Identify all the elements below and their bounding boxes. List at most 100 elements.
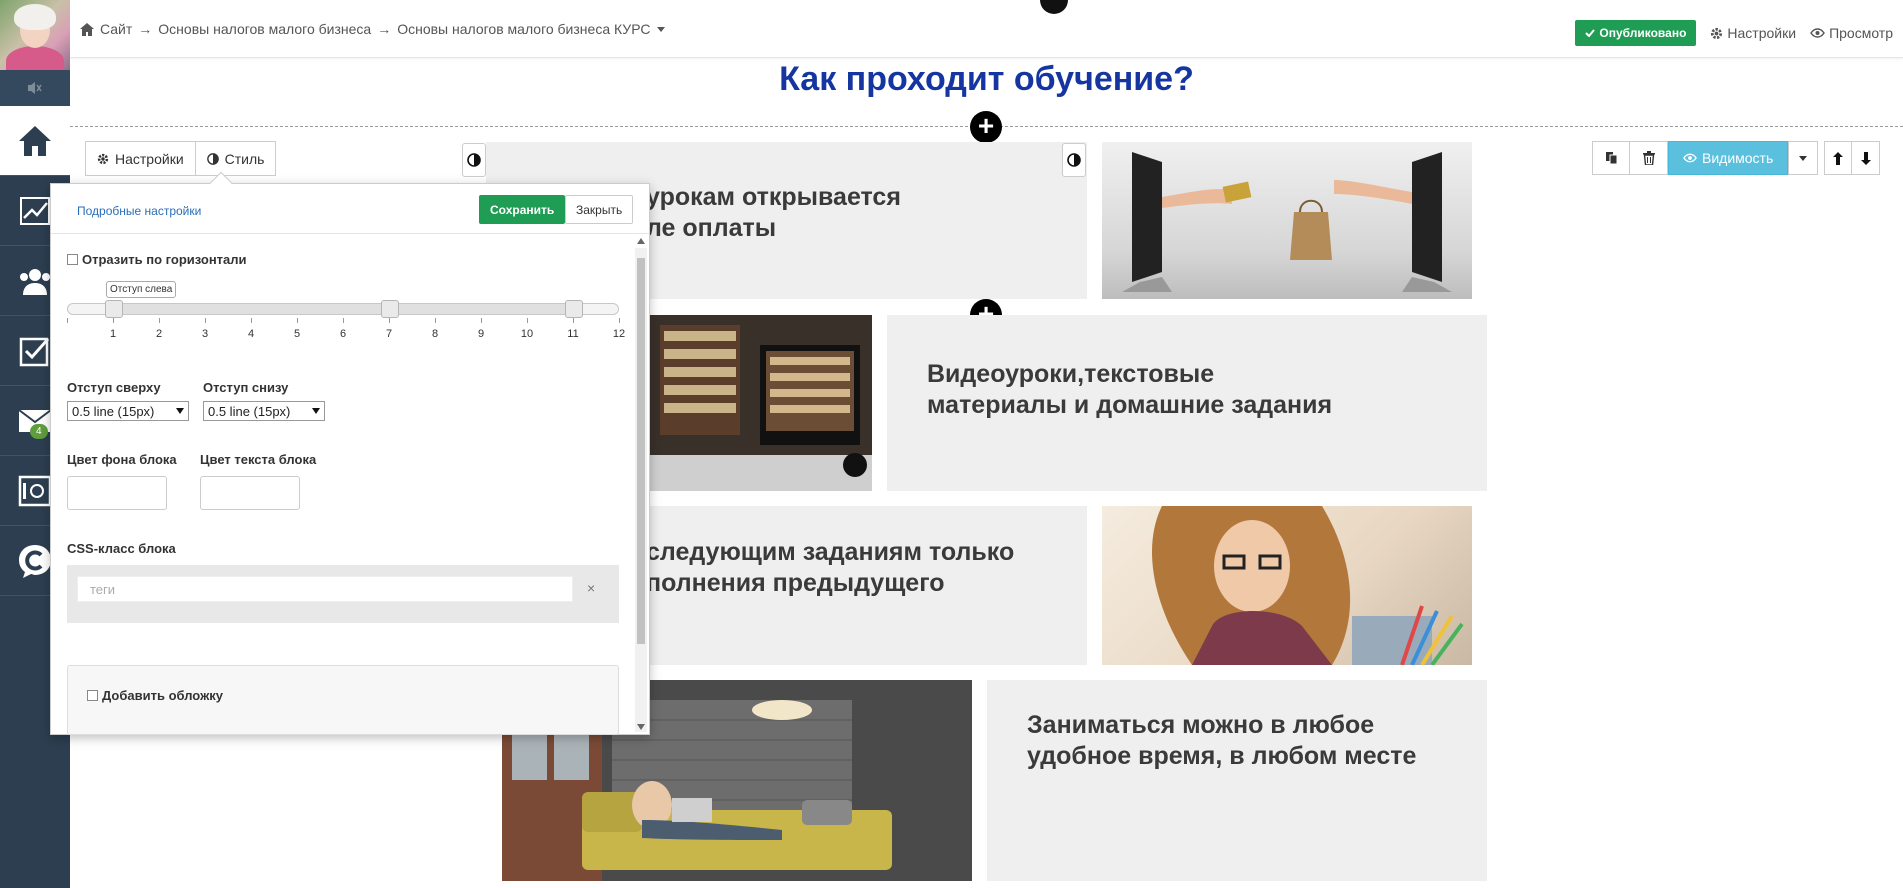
home-icon[interactable] (80, 22, 94, 36)
slider-range (114, 303, 574, 315)
contrast-icon (1067, 153, 1081, 167)
gear-icon (1711, 27, 1723, 39)
contrast-toggle[interactable] (462, 143, 486, 177)
slider-tick (573, 318, 574, 323)
slider-tick (481, 318, 482, 323)
top-add-block-icon[interactable] (1040, 0, 1068, 14)
published-button[interactable]: Опубликовано (1575, 20, 1697, 46)
breadcrumb: Сайт → Основы налогов малого бизнеса → О… (80, 21, 665, 37)
padding-bottom-select[interactable]: 0.5 line (15px) (203, 401, 325, 421)
copy-block-button[interactable] (1592, 141, 1630, 175)
padding-bottom-label: Отступ снизу (203, 380, 289, 395)
popover-header: Подробные настройки Сохранить Закрыть (51, 184, 649, 234)
caret-down-icon[interactable] (656, 26, 665, 32)
caret-down-icon (176, 408, 184, 414)
padding-top-label: Отступ сверху (67, 380, 161, 395)
safe-icon (18, 475, 52, 506)
slider-tick-label: 9 (477, 328, 485, 340)
scroll-up-icon[interactable] (637, 238, 645, 244)
top-actions: Опубликовано Настройки Просмотр (1575, 20, 1893, 46)
card-image-student (1102, 506, 1472, 665)
users-icon (20, 268, 50, 295)
eye-icon (1683, 153, 1697, 163)
slider-tick (67, 318, 68, 323)
scroll-down-icon[interactable] (637, 724, 645, 730)
contrast-icon (467, 153, 481, 167)
breadcrumb-course-group[interactable]: Основы налогов малого бизнеса (158, 21, 371, 37)
visibility-dropdown[interactable] (1788, 141, 1819, 175)
advanced-settings-link[interactable]: Подробные настройки (77, 204, 201, 218)
mail-badge: 4 (30, 424, 48, 439)
slider-handle-right[interactable] (565, 300, 583, 318)
slider-tick-label: 5 (293, 328, 301, 340)
column-slider[interactable] (67, 300, 619, 318)
bg-color-label: Цвет фона блока (67, 452, 177, 467)
css-class-tags: теги × (67, 565, 619, 623)
breadcrumb-course[interactable]: Основы налогов малого бизнеса КУРС (397, 21, 650, 37)
content-card[interactable]: Видеоуроки,текстовые материалы и домашни… (887, 315, 1487, 491)
slider-tick (343, 318, 344, 323)
save-button[interactable]: Сохранить (479, 195, 566, 224)
contrast-toggle[interactable] (1062, 143, 1086, 177)
clear-tags-icon[interactable]: × (587, 580, 595, 596)
close-button[interactable]: Закрыть (565, 195, 634, 224)
trash-icon (1642, 151, 1655, 165)
copy-icon (1605, 152, 1617, 165)
block-actions-toolbar: Видимость (1592, 141, 1881, 175)
slider-tick (297, 318, 298, 323)
tags-input[interactable]: теги (77, 576, 573, 602)
visibility-button[interactable]: Видимость (1668, 141, 1789, 175)
padding-top-select[interactable]: 0.5 line (15px) (67, 401, 189, 421)
slider-tick-label: 10 (520, 328, 534, 340)
slider-tick (435, 318, 436, 323)
slider-tick-label: 3 (201, 328, 209, 340)
mirror-checkbox-row[interactable]: Отразить по горизонтали (67, 252, 247, 267)
tab-settings[interactable]: Настройки (85, 141, 196, 176)
sound-icon[interactable] (0, 70, 70, 106)
contrast-icon (206, 152, 219, 165)
cover-checkbox[interactable] (87, 690, 98, 701)
add-block-icon[interactable]: + (970, 111, 1002, 143)
settings-link[interactable]: Настройки (1710, 25, 1796, 41)
check-icon (1585, 29, 1596, 37)
slider-tick (527, 318, 528, 323)
caret-down-icon (1799, 155, 1808, 161)
page-title: Как проходит обучение? (779, 60, 1194, 98)
slider-tick (619, 318, 620, 323)
popover-scrollbar[interactable] (635, 238, 647, 732)
text-color-input[interactable] (200, 476, 300, 510)
avatar[interactable] (0, 0, 70, 70)
slider-tick-label: 7 (385, 328, 393, 340)
chart-icon (20, 196, 50, 225)
slider-tick-label: 4 (247, 328, 255, 340)
slider-tick (389, 318, 390, 323)
slider-tooltip: Отступ слева (106, 281, 177, 298)
move-up-button[interactable] (1824, 141, 1853, 175)
slider-tick-label: 8 (431, 328, 439, 340)
slider-handle-middle[interactable] (381, 300, 399, 318)
cover-checkbox-row[interactable]: Добавить обложку (87, 688, 223, 703)
sidebar-item-home[interactable] (0, 106, 70, 176)
slider-tick (113, 318, 114, 323)
style-popover: Подробные настройки Сохранить Закрыть От… (50, 183, 650, 735)
breadcrumb-site[interactable]: Сайт (100, 21, 132, 37)
checkbox-icon (19, 337, 50, 366)
bg-color-input[interactable] (67, 476, 167, 510)
delete-block-button[interactable] (1630, 141, 1668, 175)
move-down-button[interactable] (1852, 141, 1881, 175)
preview-link[interactable]: Просмотр (1810, 25, 1893, 41)
text-color-label: Цвет текста блока (200, 452, 317, 467)
slider-handle-left[interactable] (105, 300, 123, 318)
scrollbar-thumb[interactable] (637, 258, 645, 644)
content-card[interactable]: Заниматься можно в любое удобное время, … (987, 680, 1487, 881)
slider-tick (251, 318, 252, 323)
tab-style[interactable]: Стиль (195, 141, 277, 176)
popover-body: Отразить по горизонтали Отступ слева 123… (51, 234, 649, 735)
gear-icon (97, 153, 109, 164)
css-class-label: CSS-класс блока (67, 541, 176, 556)
arrow-down-icon (1860, 151, 1871, 165)
mirror-checkbox[interactable] (67, 254, 78, 265)
slider-tick (205, 318, 206, 323)
chat-icon (19, 544, 51, 578)
card-image-library (650, 315, 872, 491)
